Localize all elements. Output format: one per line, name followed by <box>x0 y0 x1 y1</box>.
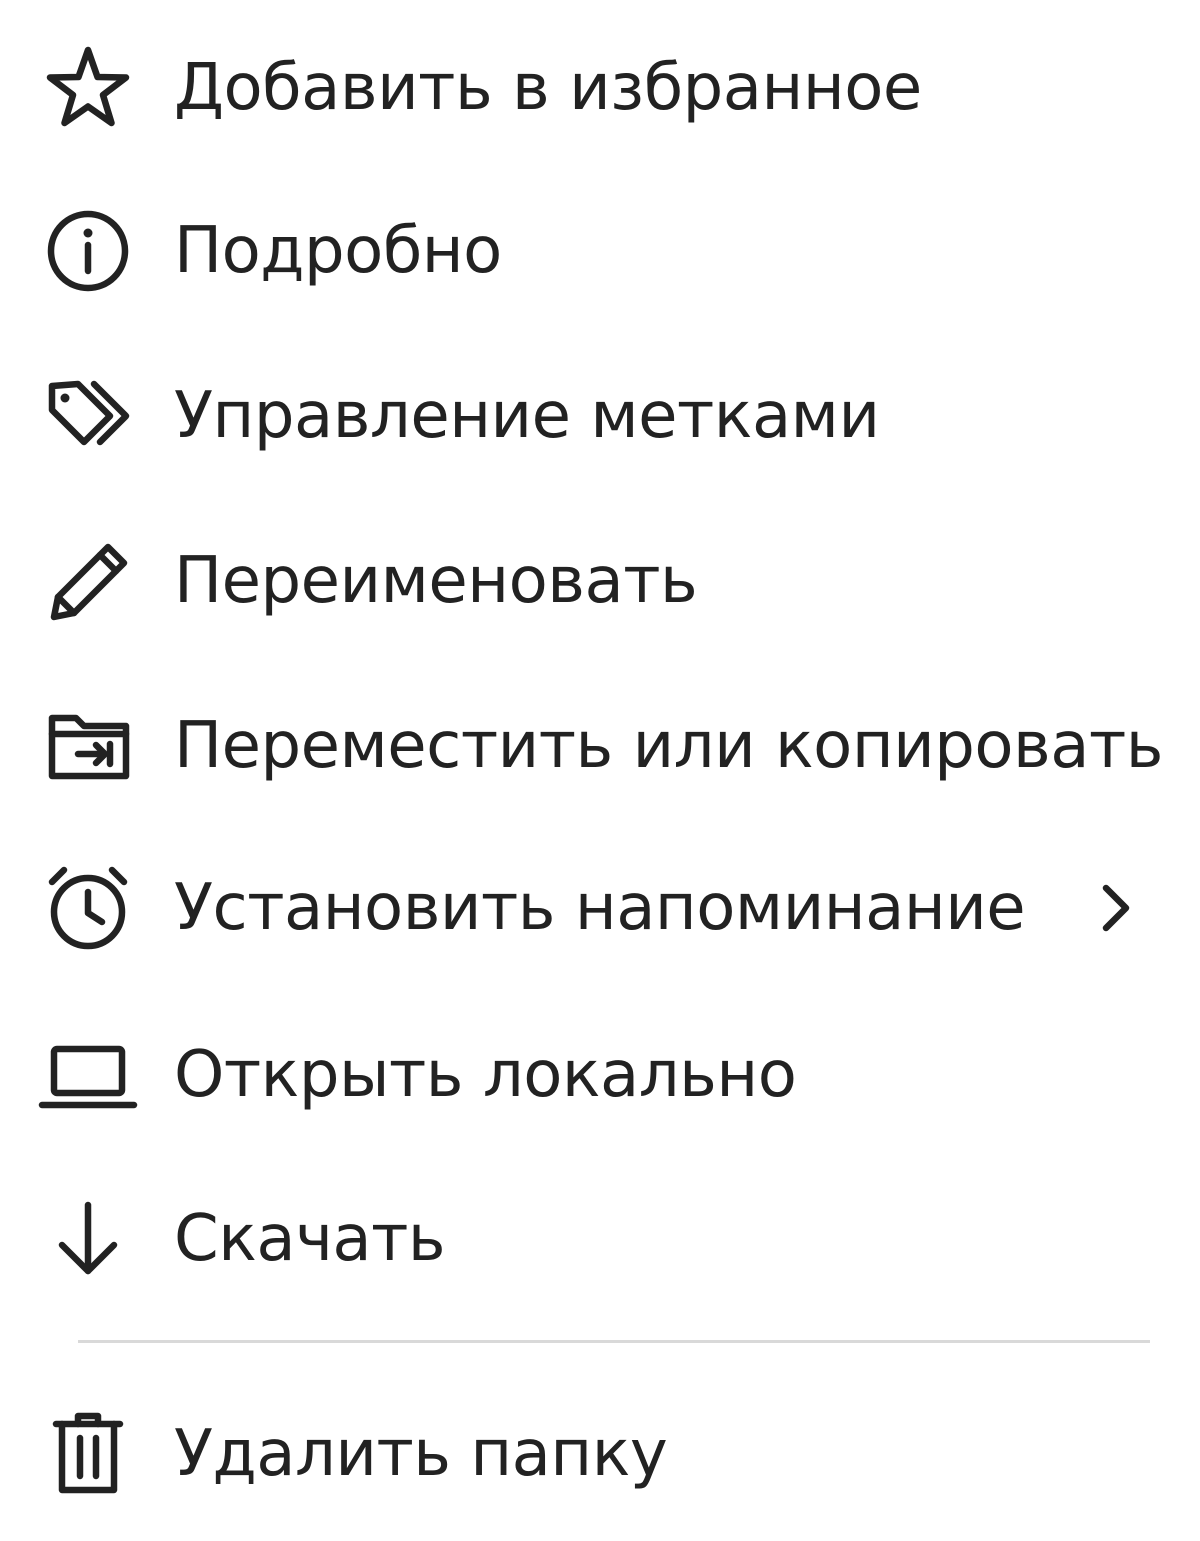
chevron-right-icon <box>1088 880 1144 936</box>
menu-item-details[interactable]: Подробно <box>0 176 1200 326</box>
menu-divider <box>78 1340 1150 1343</box>
menu-item-rename[interactable]: Переименовать <box>0 506 1200 656</box>
menu-item-download[interactable]: Скачать <box>0 1164 1200 1314</box>
trash-icon <box>40 1406 136 1502</box>
tags-icon <box>40 368 136 464</box>
menu-item-label: Удалить папку <box>174 1417 668 1491</box>
menu-item-set-reminder[interactable]: Установить напоминание <box>0 833 1200 983</box>
pencil-icon <box>40 533 136 629</box>
menu-item-label: Установить напоминание <box>174 871 1026 945</box>
star-icon <box>40 40 136 136</box>
menu-item-label: Управление метками <box>174 379 880 453</box>
laptop-icon <box>38 1027 138 1123</box>
menu-item-label: Переименовать <box>174 544 698 618</box>
menu-item-label: Подробно <box>174 214 502 288</box>
menu-item-label: Скачать <box>174 1202 446 1276</box>
context-menu: Добавить в избранное Подробно Управление… <box>0 0 1200 1541</box>
menu-item-delete-folder[interactable]: Удалить папку <box>0 1379 1200 1529</box>
alarm-clock-icon <box>40 860 136 956</box>
menu-item-label: Переместить или копировать <box>174 709 1163 783</box>
menu-item-label: Добавить в избранное <box>174 51 922 125</box>
info-icon <box>40 203 136 299</box>
menu-item-label: Открыть локально <box>174 1038 797 1112</box>
menu-item-move-or-copy[interactable]: Переместить или копировать <box>0 671 1200 821</box>
download-arrow-icon <box>40 1191 136 1287</box>
folder-move-icon <box>40 698 136 794</box>
menu-item-add-to-favorites[interactable]: Добавить в избранное <box>0 13 1200 163</box>
menu-item-open-locally[interactable]: Открыть локально <box>0 1000 1200 1150</box>
menu-item-manage-tags[interactable]: Управление метками <box>0 341 1200 491</box>
